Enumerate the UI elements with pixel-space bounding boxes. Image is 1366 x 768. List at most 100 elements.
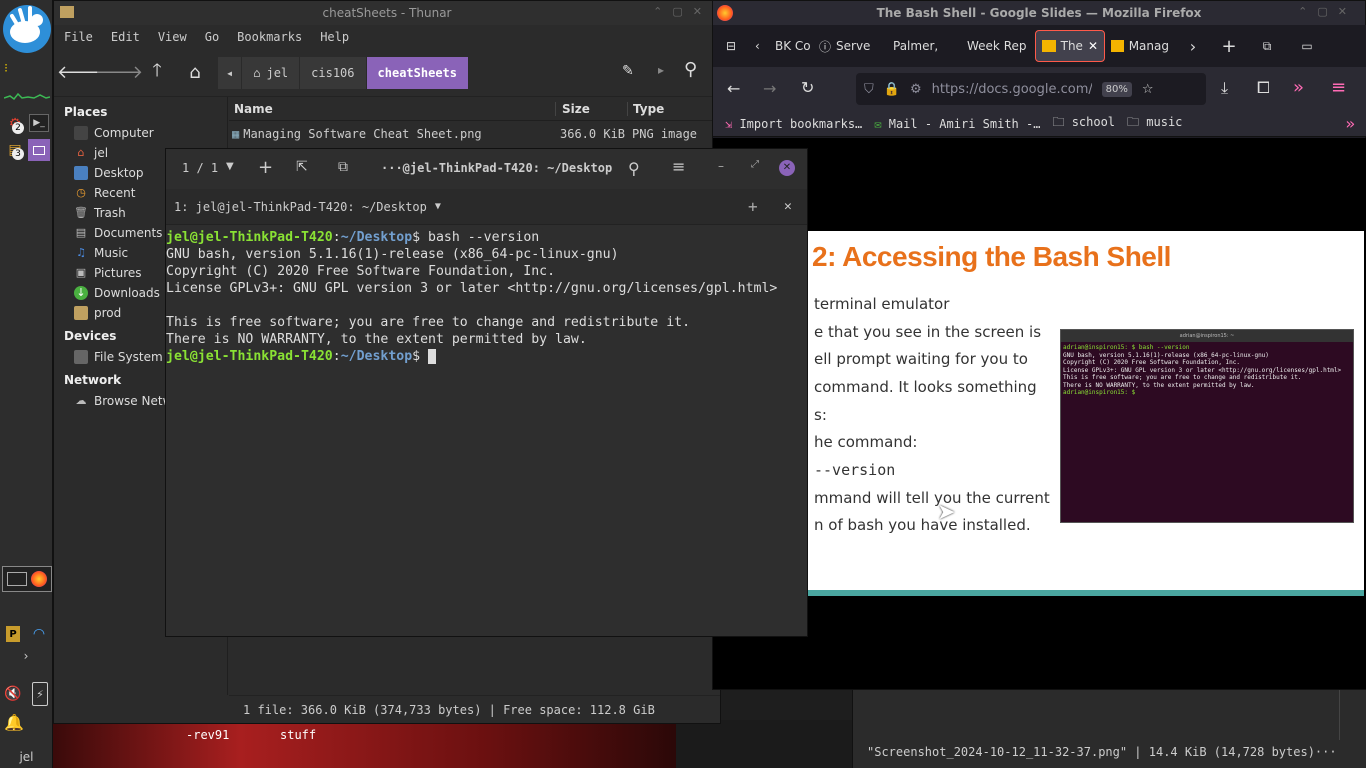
tab-label: Palmer,	[893, 39, 939, 53]
column-size[interactable]: Size	[556, 101, 628, 116]
slides-icon	[1042, 40, 1056, 52]
terminal-output-line: GNU bash, version 5.1.16(1)-release (x86…	[166, 247, 619, 262]
forward-arrow-icon[interactable]: →	[763, 79, 776, 98]
shield-icon[interactable]: ⛉	[864, 82, 874, 97]
tab-serve[interactable]: ⓘ Serve	[813, 30, 887, 62]
menu-edit[interactable]: Edit	[111, 30, 140, 44]
volume-muted-icon[interactable]: 🔇	[2, 684, 24, 704]
back-arrow-icon[interactable]: ←	[727, 79, 740, 98]
cpu-graph-icon[interactable]	[4, 86, 50, 102]
menu-view[interactable]: View	[158, 30, 187, 44]
close-icon[interactable]: ✕	[779, 160, 795, 176]
hamburger-menu-icon[interactable]: ≡	[672, 157, 685, 176]
slide-terminal-screenshot: adrian@inspiron15: ~ adrian@inspiron15: …	[1060, 329, 1354, 523]
table-row[interactable]: ▦ Managing Software Cheat Sheet.png 366.0…	[229, 125, 720, 143]
downloads-icon[interactable]: ⤓	[1221, 78, 1228, 98]
chevron-down-icon[interactable]: ▼	[435, 201, 441, 212]
breadcrumb-home[interactable]: ⌂ jel	[242, 56, 301, 89]
bookmark-star-icon[interactable]: ☆	[1142, 82, 1154, 97]
new-tab-plus-icon[interactable]: +	[258, 157, 273, 178]
detach-tab-icon[interactable]: ⇱	[296, 159, 308, 175]
slide-footer-stripe	[808, 590, 1364, 596]
back-arrow-icon[interactable]: 🡐	[57, 58, 105, 88]
thunar-titlebar[interactable]: cheatSheets - Thunar ⌃▢✕	[54, 1, 720, 25]
firefox-window-thumb-icon[interactable]	[31, 571, 47, 587]
column-name[interactable]: Name	[229, 101, 556, 116]
zoom-badge[interactable]: 80%	[1101, 81, 1132, 97]
tab-overview-icon[interactable]: ⊟	[713, 30, 749, 62]
battery-icon[interactable]: ⚡	[32, 682, 48, 706]
new-tab-plus-icon[interactable]: +	[1211, 30, 1247, 62]
column-type[interactable]: Type	[628, 102, 664, 116]
bookmark-school[interactable]: 🗀 school	[1052, 113, 1115, 134]
terminal-tab[interactable]: 1: jel@jel-ThinkPad-T420: ~/Desktop ▼ + …	[166, 189, 807, 225]
url-bar[interactable]: ⛉ 🔒 ⚙ https://docs.google.com/pre 80% ☆	[856, 73, 1206, 105]
tab-groups-icon[interactable]: ⧉	[1247, 30, 1287, 62]
menu-help[interactable]: Help	[320, 30, 349, 44]
tab-scroll-right-icon[interactable]: ›	[1175, 30, 1211, 62]
forward-arrow-icon[interactable]: 🡒	[95, 58, 143, 88]
slide[interactable]: 2: Accessing the Bash Shell terminal emu…	[808, 231, 1364, 596]
active-window-icon[interactable]	[28, 139, 50, 161]
tab-manag[interactable]: Manag	[1105, 30, 1175, 62]
firefox-titlebar[interactable]: The Bash Shell - Google Slides — Mozilla…	[713, 1, 1365, 25]
extensions-icon[interactable]: ⧠	[1257, 78, 1270, 98]
new-tab-plus-icon[interactable]: +	[748, 197, 758, 216]
tab-palmer[interactable]: Palmer,	[887, 30, 961, 62]
terminal-launcher-icon[interactable]: ▶_	[29, 114, 49, 132]
breadcrumb-right-arrow-icon[interactable]: ▸	[658, 63, 664, 77]
up-arrow-icon[interactable]: 🡑	[142, 58, 172, 88]
bookmarks-overflow-icon[interactable]: »	[1345, 114, 1355, 133]
tab-the-bash-shell[interactable]: The ✕	[1035, 30, 1105, 62]
breadcrumb-cis106[interactable]: cis106	[300, 56, 367, 89]
reload-icon[interactable]: ↻	[801, 78, 814, 97]
maximize-icon[interactable]: ⤢	[751, 159, 759, 170]
window-switcher[interactable]	[2, 566, 52, 592]
breadcrumb-cheatsheets[interactable]: cheatSheets	[366, 56, 469, 89]
new-window-icon[interactable]: ⧉	[338, 159, 348, 175]
menu-go[interactable]: Go	[205, 30, 219, 44]
terminal-body[interactable]: jel@jel-ThinkPad-T420:~/Desktop$ bash --…	[166, 229, 807, 636]
clipboard-icon[interactable]: P	[6, 626, 20, 642]
sidebar-item-computer[interactable]: Computer	[54, 123, 227, 143]
notifications-bell-icon[interactable]: 🔔	[4, 712, 24, 732]
url-text[interactable]: https://docs.google.com/pre	[932, 82, 1092, 97]
menu-bookmarks[interactable]: Bookmarks	[237, 30, 302, 44]
tab-close-icon[interactable]: ✕	[1088, 39, 1098, 53]
list-all-tabs-icon[interactable]: ▭	[1287, 30, 1327, 62]
whisker-menu-icon[interactable]	[2, 2, 52, 54]
bookmark-import[interactable]: ⇲ Import bookmarks…	[725, 117, 862, 131]
music-note-icon: ♫	[76, 246, 86, 259]
tab-week-rep[interactable]: Week Rep	[961, 30, 1035, 62]
search-icon[interactable]: ⚲	[684, 59, 697, 80]
terminal-headerbar[interactable]: 1 / 1 ▼ + ⇱ ⧉ ···@jel-ThinkPad-T420: ~/D…	[166, 149, 807, 189]
home-icon[interactable]: ⌂	[180, 58, 210, 88]
window-controls-icon[interactable]: ⌃▢✕	[653, 5, 712, 18]
terminal-window-thumb-icon[interactable]	[7, 572, 27, 586]
chevron-right-icon[interactable]: ›	[18, 648, 34, 664]
user-label[interactable]: jel	[0, 750, 53, 764]
terminal-tab-counter[interactable]: 1 / 1	[182, 161, 218, 175]
hamburger-menu-icon[interactable]: ≡	[1331, 77, 1346, 98]
window-controls-icon[interactable]: ⌃▢✕	[1298, 5, 1357, 18]
bookmark-music[interactable]: 🗀 music	[1127, 113, 1182, 134]
bookmark-mail[interactable]: ✉ Mail - Amiri Smith -…	[874, 117, 1040, 131]
search-icon[interactable]: ⚲	[628, 159, 640, 178]
thunar-title: cheatSheets - Thunar	[322, 6, 452, 20]
desktop-label-rev91[interactable]: -rev91	[186, 728, 229, 742]
menu-file[interactable]: File	[64, 30, 93, 44]
minimize-icon[interactable]: –	[718, 159, 724, 173]
pictures-icon: ▣	[75, 266, 87, 279]
close-tab-icon[interactable]: ✕	[784, 199, 792, 214]
wifi-icon[interactable]: ◠	[30, 626, 48, 642]
overflow-chevron-icon[interactable]: »	[1293, 77, 1304, 98]
lock-icon[interactable]: 🔒	[884, 82, 900, 97]
desktop-label-stuff[interactable]: stuff	[280, 728, 316, 742]
edit-path-pencil-icon[interactable]: ✎	[622, 63, 634, 79]
tab-bk[interactable]: BK Co	[769, 30, 813, 62]
permissions-icon[interactable]: ⚙	[910, 82, 922, 97]
breadcrumb-left-arrow-icon[interactable]: ◂	[218, 56, 243, 89]
chevron-down-icon[interactable]: ▼	[226, 161, 234, 172]
file-size: 366.0 KiB	[560, 127, 626, 141]
tab-scroll-left-icon[interactable]: ‹	[749, 30, 769, 62]
